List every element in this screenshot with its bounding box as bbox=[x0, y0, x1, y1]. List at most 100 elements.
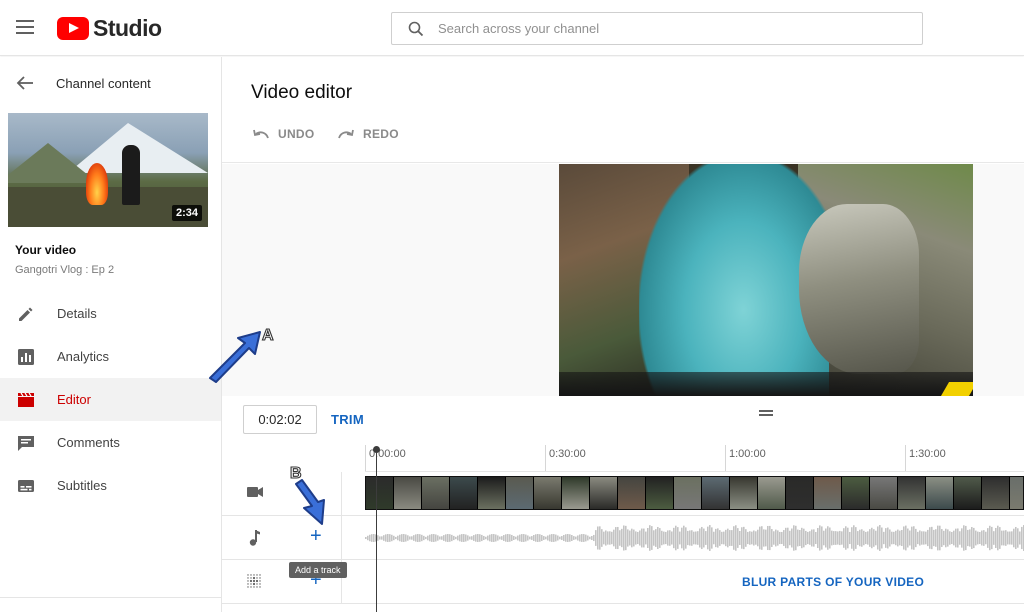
waveform-bar bbox=[433, 534, 435, 542]
waveform-bar bbox=[639, 530, 641, 546]
waveform-bar bbox=[595, 530, 597, 546]
waveform-bar bbox=[705, 531, 707, 545]
waveform-bar bbox=[985, 531, 987, 545]
search-input[interactable] bbox=[438, 21, 878, 36]
current-time-display[interactable]: 0:02:02 bbox=[243, 405, 317, 434]
back-to-channel-content[interactable]: Channel content bbox=[16, 75, 151, 91]
blur-dot bbox=[247, 574, 249, 576]
waveform-bar bbox=[789, 530, 791, 546]
undo-button[interactable]: UNDO bbox=[252, 127, 315, 141]
resize-handle-icon[interactable] bbox=[759, 410, 773, 416]
waveform-bar bbox=[695, 531, 697, 545]
waveform-bar bbox=[385, 534, 387, 542]
blur-icon bbox=[247, 574, 261, 588]
waveform-bar bbox=[735, 525, 737, 551]
waveform-bar bbox=[1021, 526, 1023, 550]
waveform-bar bbox=[725, 529, 727, 547]
audio-waveform[interactable] bbox=[365, 522, 1024, 554]
blur-dot bbox=[247, 577, 249, 579]
add-track-tooltip: Add a track bbox=[289, 562, 347, 578]
sidebar-item-label: Details bbox=[57, 306, 97, 321]
waveform-bar bbox=[999, 527, 1001, 549]
sidebar-item-details[interactable]: Details bbox=[0, 292, 221, 335]
waveform-bar bbox=[907, 528, 909, 548]
waveform-bar bbox=[845, 526, 847, 550]
waveform-bar bbox=[951, 531, 953, 545]
menu-icon[interactable] bbox=[16, 20, 34, 34]
waveform-bar bbox=[437, 535, 439, 541]
waveform-bar bbox=[821, 526, 823, 550]
timeline-ruler[interactable]: 0:00:00 0:30:00 1:00:00 1:30:00 bbox=[365, 441, 1024, 472]
video-filmstrip[interactable] bbox=[365, 476, 1024, 510]
sidebar-item-comments[interactable]: Comments bbox=[0, 421, 221, 464]
waveform-bar bbox=[871, 527, 873, 549]
trim-button[interactable]: TRIM bbox=[331, 412, 364, 427]
blur-dot bbox=[253, 586, 255, 588]
waveform-bar bbox=[369, 534, 371, 542]
blur-dot bbox=[256, 574, 258, 576]
waveform-bar bbox=[689, 530, 691, 546]
playhead[interactable] bbox=[376, 450, 377, 612]
waveform-bar bbox=[429, 534, 431, 542]
waveform-bar bbox=[927, 529, 929, 547]
blur-parts-button[interactable]: BLUR PARTS OF YOUR VIDEO bbox=[742, 575, 924, 589]
blur-dot bbox=[247, 580, 249, 582]
search-icon bbox=[408, 21, 424, 36]
search-box[interactable] bbox=[391, 12, 923, 45]
waveform-bar bbox=[943, 530, 945, 546]
waveform-bar bbox=[651, 526, 653, 550]
sidebar-item-subtitles[interactable]: Subtitles bbox=[0, 464, 221, 507]
waveform-bar bbox=[1009, 531, 1011, 545]
sidebar-item-label: Analytics bbox=[57, 349, 110, 364]
waveform-bar bbox=[535, 534, 537, 542]
waveform-bar bbox=[431, 534, 433, 542]
undo-label: UNDO bbox=[278, 127, 315, 141]
waveform-bar bbox=[581, 534, 583, 542]
waveform-bar bbox=[413, 535, 415, 541]
waveform-bar bbox=[423, 535, 425, 541]
waveform-bar bbox=[625, 525, 627, 551]
redo-button[interactable]: REDO bbox=[337, 127, 399, 141]
waveform-bar bbox=[849, 531, 851, 545]
video-preview[interactable] bbox=[559, 164, 973, 396]
waveform-bar bbox=[393, 535, 395, 541]
waveform-bar bbox=[703, 528, 705, 548]
waveform-bar bbox=[711, 527, 713, 549]
filmstrip-frame bbox=[590, 477, 618, 509]
waveform-bar bbox=[683, 525, 685, 551]
youtube-logo-icon bbox=[57, 17, 89, 40]
sidebar-item-analytics[interactable]: Analytics bbox=[0, 335, 221, 378]
waveform-bar bbox=[401, 534, 403, 542]
waveform-bar bbox=[915, 528, 917, 548]
waveform-bar bbox=[737, 528, 739, 548]
waveform-bar bbox=[1001, 530, 1003, 546]
waveform-bar bbox=[919, 530, 921, 546]
video-thumbnail[interactable]: 2:34 bbox=[8, 113, 208, 227]
waveform-bar bbox=[835, 531, 837, 545]
studio-logo[interactable]: Studio bbox=[57, 15, 162, 42]
waveform-bar bbox=[611, 531, 613, 545]
waveform-bar bbox=[785, 527, 787, 549]
waveform-bar bbox=[987, 528, 989, 548]
waveform-bar bbox=[893, 531, 895, 545]
waveform-bar bbox=[653, 530, 655, 546]
waveform-bar bbox=[555, 534, 557, 542]
waveform-bar bbox=[655, 529, 657, 547]
waveform-bar bbox=[621, 528, 623, 548]
sidebar-item-label: Editor bbox=[57, 392, 91, 407]
filmstrip-frame bbox=[702, 477, 730, 509]
waveform-bar bbox=[923, 531, 925, 545]
waveform-bar bbox=[565, 534, 567, 542]
waveform-bar bbox=[1013, 528, 1015, 548]
waveform-bar bbox=[713, 531, 715, 545]
track-lanes: + + BLUR PARTS OF YOUR VIDEO bbox=[222, 472, 1024, 612]
filmstrip-frame bbox=[1010, 477, 1023, 509]
waveform-bar bbox=[537, 534, 539, 542]
waveform-bar bbox=[531, 536, 533, 540]
waveform-bar bbox=[579, 534, 581, 542]
sidebar-item-editor[interactable]: Editor bbox=[0, 378, 221, 421]
waveform-bar bbox=[1003, 530, 1005, 546]
waveform-bar bbox=[855, 527, 857, 549]
blur-dot bbox=[259, 586, 261, 588]
editor-header: Video editor UNDO REDO bbox=[222, 57, 1024, 163]
